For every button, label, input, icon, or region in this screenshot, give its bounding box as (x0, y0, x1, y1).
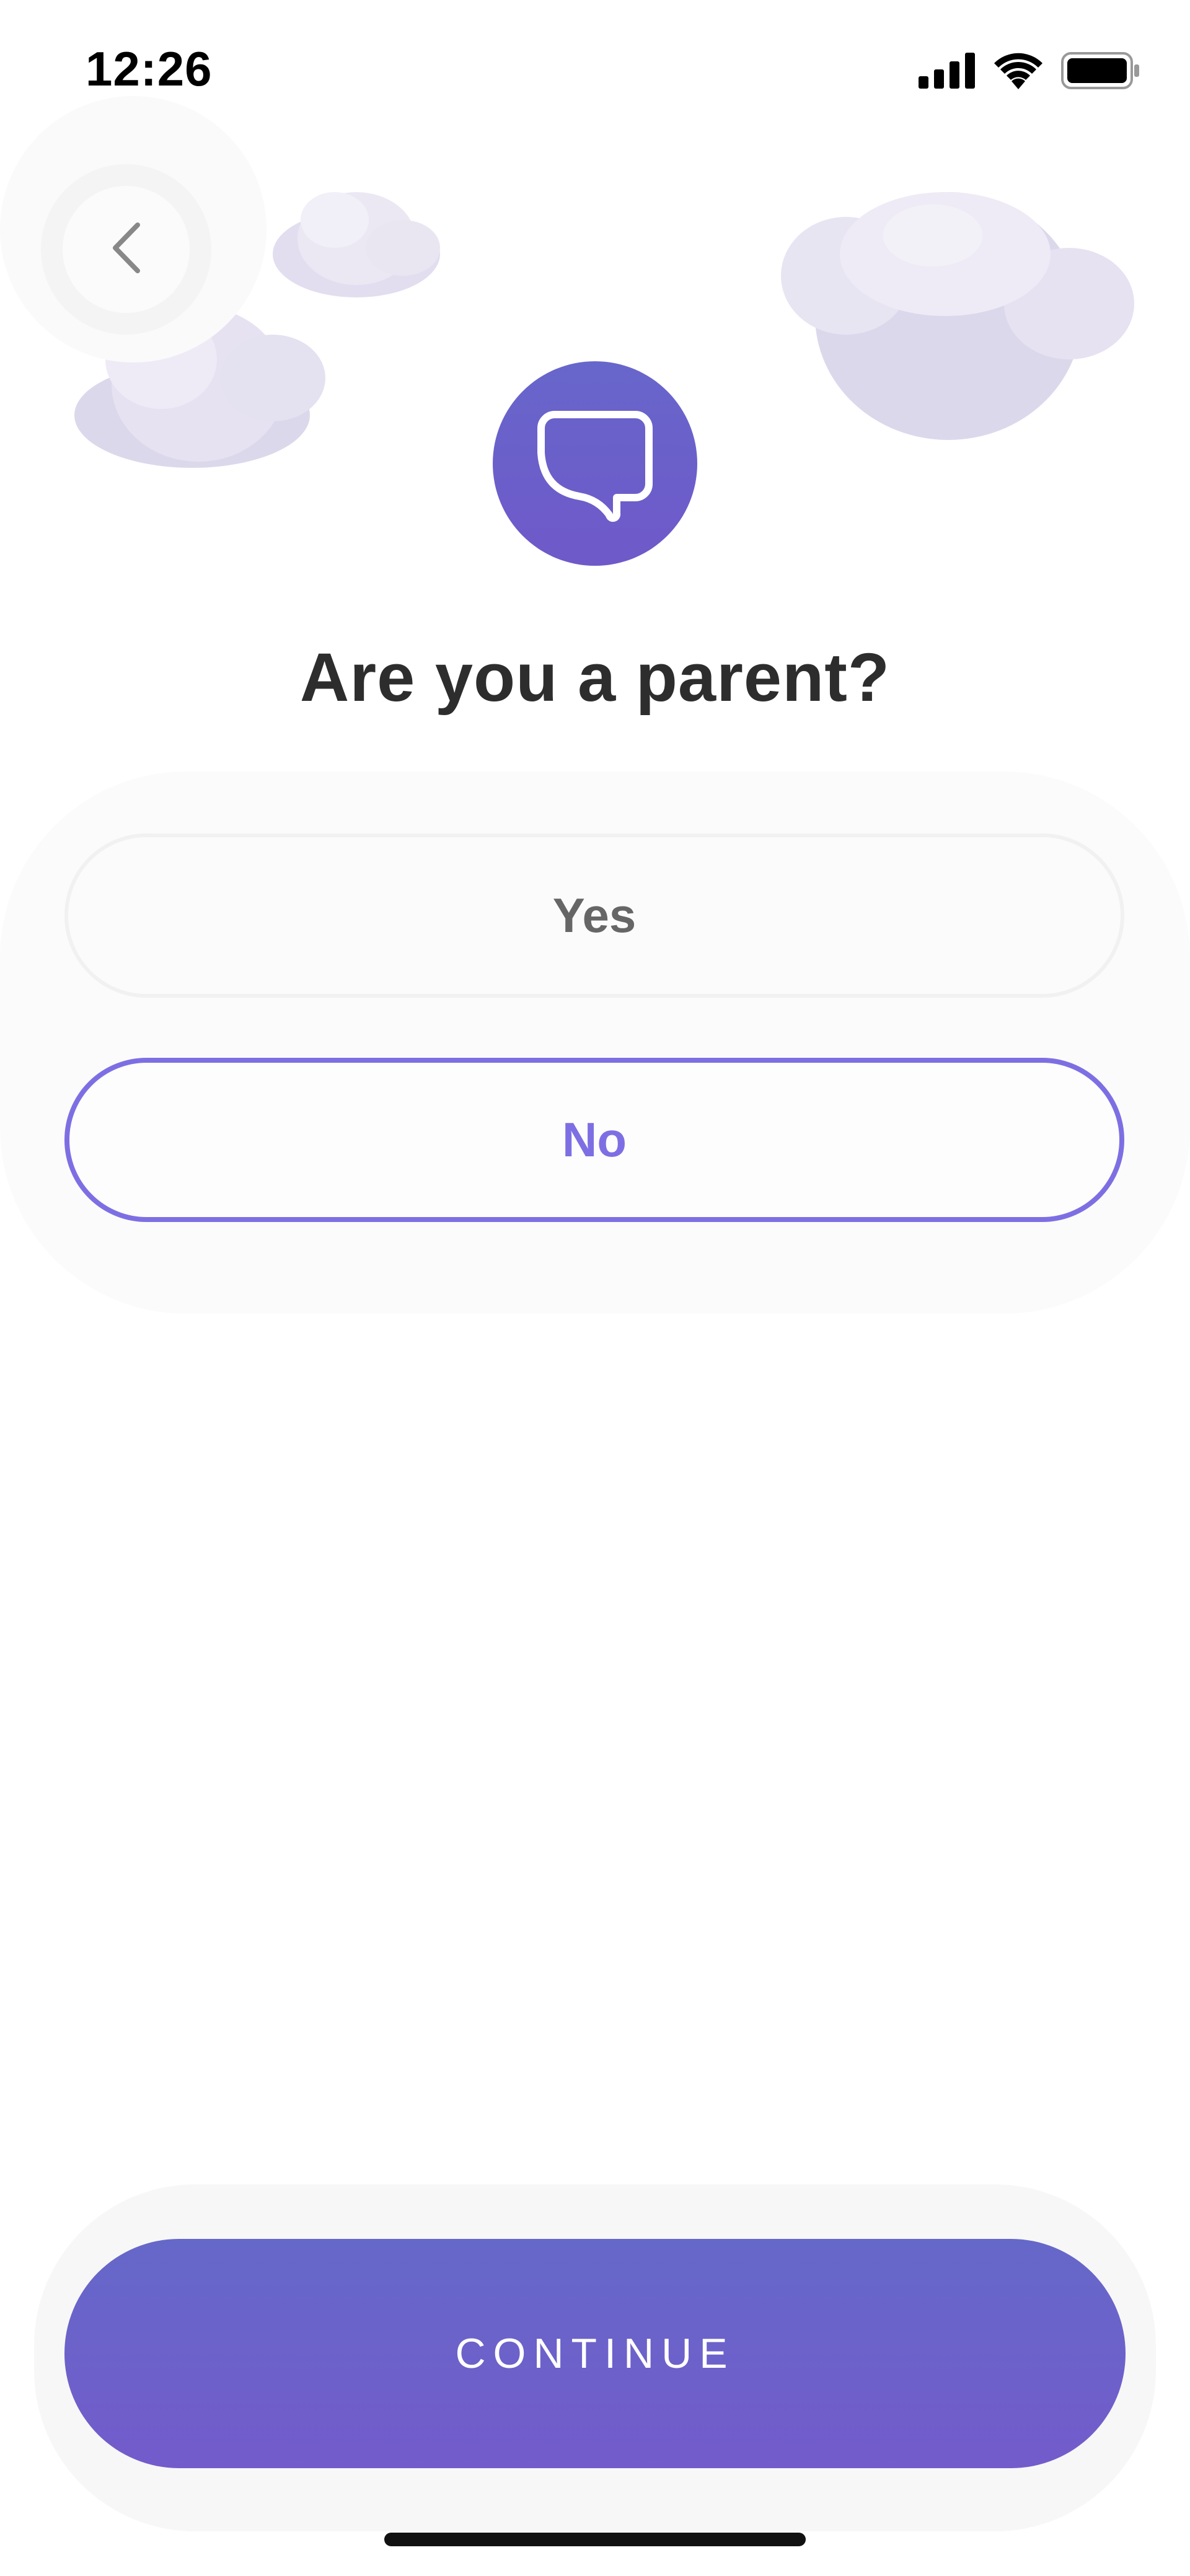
wifi-icon (993, 52, 1044, 92)
status-icons (919, 52, 1140, 92)
battery-icon (1061, 52, 1140, 92)
cellular-signal-icon (919, 53, 976, 92)
back-button-inner (63, 186, 190, 313)
back-button[interactable] (41, 164, 211, 335)
continue-button[interactable]: CONTINUE (64, 2239, 1126, 2468)
cloud-illustration (781, 192, 1134, 440)
option-no-button[interactable]: No (64, 1058, 1124, 1222)
option-yes-button[interactable]: Yes (64, 833, 1124, 998)
cloud-illustration (273, 192, 440, 297)
chevron-left-icon (108, 220, 145, 279)
page-title: Are you a parent? (299, 640, 891, 716)
home-indicator (384, 2533, 806, 2546)
app-logo (493, 361, 697, 566)
speech-bubble-icon (530, 397, 660, 530)
status-time: 12:26 (86, 42, 213, 96)
